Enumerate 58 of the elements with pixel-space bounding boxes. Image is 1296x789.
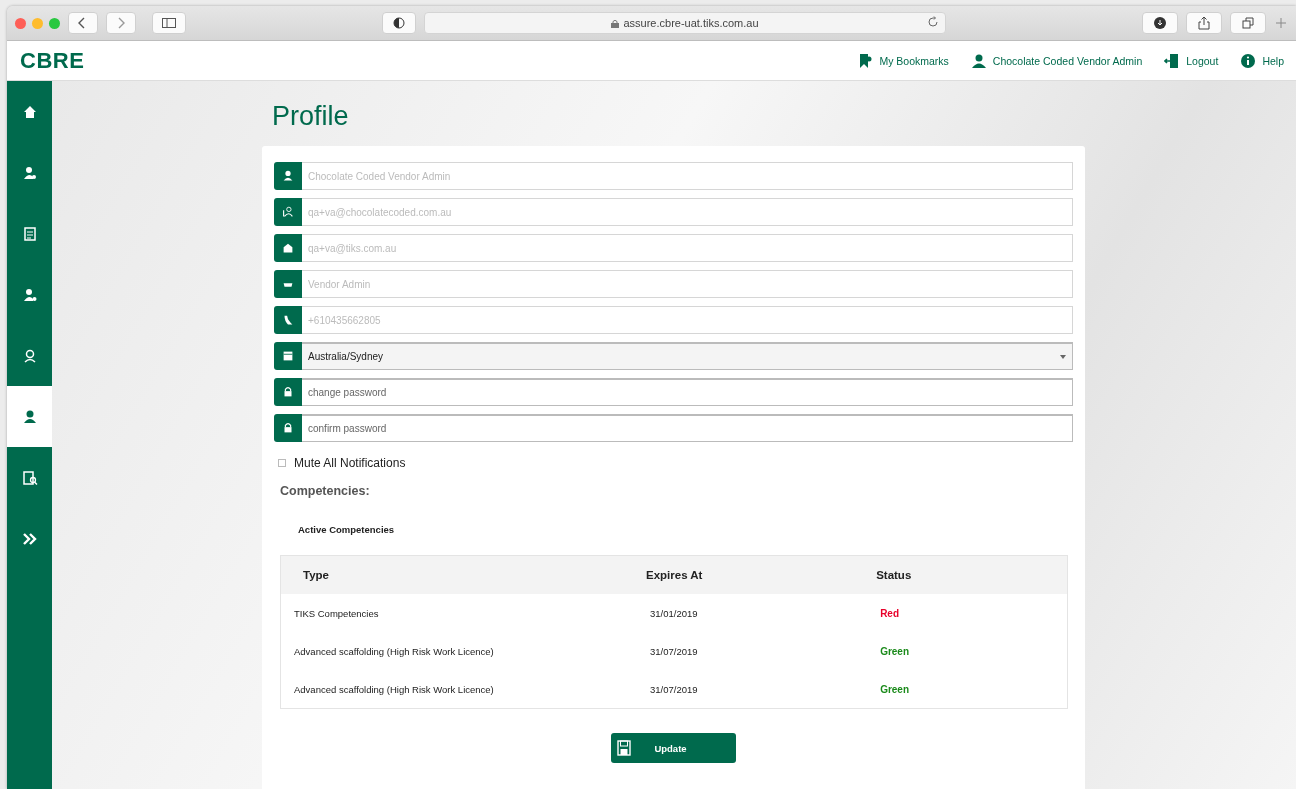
report-icon	[21, 469, 38, 486]
checkbox-label[interactable]: Mute All Notifications	[294, 456, 406, 470]
header-link[interactable]: My Bookmarks	[857, 52, 949, 69]
column-header: Type	[280, 555, 636, 594]
table-cell: 31/07/2019	[636, 670, 867, 709]
page-title: Profile	[272, 101, 350, 132]
help-icon	[1240, 52, 1257, 69]
address-bar[interactable]: assure.cbre-uat.tiks.com.au	[424, 12, 946, 34]
bookmark-icon	[857, 52, 874, 69]
table-cell-text: 31/07/2019	[649, 644, 699, 659]
logout-icon	[1164, 52, 1181, 69]
save-icon	[617, 740, 631, 756]
logo[interactable]: CBRE	[20, 47, 85, 74]
share-icon	[1198, 16, 1210, 30]
table-cell: Advanced scaffolding (High Risk Work Licence)	[280, 670, 636, 709]
header-link[interactable]: Logout	[1164, 52, 1219, 69]
column-header: Expires At	[636, 555, 867, 594]
timezone-select[interactable]: Australia/Sydney	[302, 342, 1073, 370]
table-cell: 31/01/2019	[636, 594, 867, 632]
header-link[interactable]: Chocolate Coded Vendor Admin	[970, 52, 1143, 69]
input-field[interactable]: Chocolate Coded Vendor Admin	[302, 162, 1073, 190]
column-header: Status	[866, 555, 1068, 594]
password-field[interactable]: change password	[302, 378, 1073, 406]
status-text: Green	[880, 645, 910, 657]
checkbox[interactable]	[278, 459, 286, 467]
header-link[interactable]: Help	[1240, 52, 1284, 69]
subsection-heading: Active Competencies	[298, 524, 396, 535]
expand-icon	[21, 530, 38, 547]
update-button[interactable]: Update	[611, 733, 736, 763]
tabs-button[interactable]	[1230, 12, 1266, 34]
reload-icon[interactable]	[927, 16, 939, 28]
status-text: Red	[880, 607, 900, 619]
back-button[interactable]	[68, 12, 98, 34]
calendar-icon	[281, 349, 295, 363]
input-field[interactable]: qa+va@tiks.com.au	[302, 234, 1073, 262]
table-cell: TIKS Competencies	[280, 594, 636, 632]
sidebar-button[interactable]	[152, 12, 186, 34]
download-button[interactable]	[1142, 12, 1178, 34]
user-icon	[21, 408, 38, 425]
input-field[interactable]: qa+va@chocolatecoded.com.au	[302, 198, 1073, 226]
input-field[interactable]: +610435662805	[302, 306, 1073, 334]
caret-icon	[1060, 354, 1066, 359]
close-icon[interactable]	[15, 17, 26, 29]
share-button[interactable]	[1186, 12, 1222, 34]
user-icon	[970, 52, 987, 69]
password-field[interactable]: confirm password	[302, 414, 1073, 442]
half-circle-icon	[393, 17, 405, 29]
table-cell: Advanced scaffolding (High Risk Work Licence)	[280, 632, 636, 670]
download-icon	[1154, 17, 1166, 29]
section-heading: Competencies:	[280, 484, 371, 498]
document-icon	[21, 225, 38, 242]
sidebar-item[interactable]	[7, 386, 52, 447]
input-field[interactable]: Vendor Admin	[302, 270, 1073, 298]
status-text: Green	[880, 683, 910, 695]
sidebar-icon	[162, 18, 176, 28]
lock-icon	[611, 18, 620, 28]
privacy-button[interactable]	[382, 12, 416, 34]
tabs-icon	[1242, 17, 1254, 29]
